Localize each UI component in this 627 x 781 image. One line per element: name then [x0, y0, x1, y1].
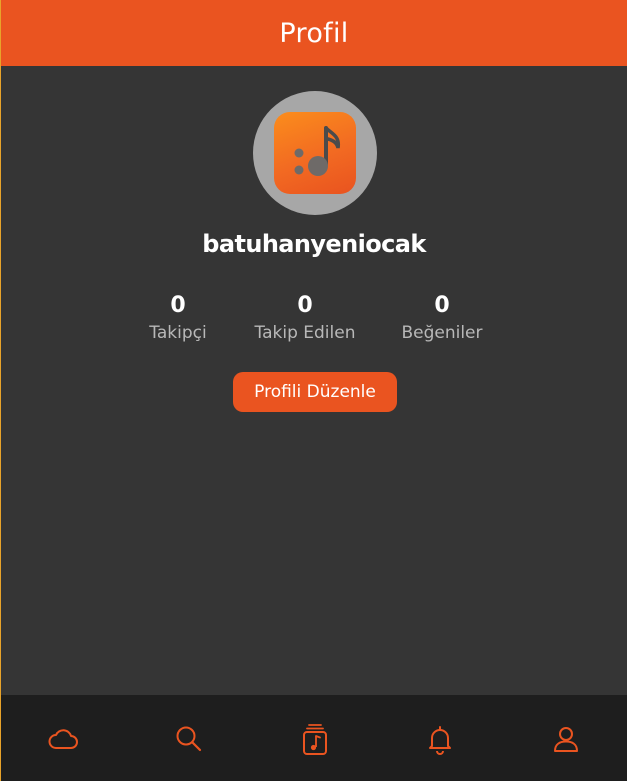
profile-screen: Profil batuhanyeniocak 0 Takipçi 0 Takip… — [1, 0, 627, 781]
nav-item-notifications[interactable] — [420, 719, 460, 759]
nav-item-search[interactable] — [169, 719, 209, 759]
likes-label: Beğeniler — [401, 323, 483, 343]
user-icon — [554, 727, 578, 752]
following-label: Takip Edilen — [254, 323, 356, 343]
search-icon — [176, 726, 202, 752]
bell-icon — [429, 726, 451, 755]
nav-item-library[interactable] — [295, 719, 335, 759]
bottom-navigation — [1, 695, 627, 781]
stat-following[interactable]: 0 Takip Edilen — [225, 292, 385, 345]
following-count: 0 — [297, 293, 313, 318]
cloud-icon — [48, 729, 78, 749]
nav-item-profile[interactable] — [546, 719, 586, 759]
nav-item-cloud[interactable] — [43, 719, 83, 759]
page-title: Profil — [279, 17, 349, 49]
username: batuhanyeniocak — [202, 230, 426, 258]
music-note-app-icon — [274, 112, 356, 194]
header-bar: Profil — [1, 0, 627, 66]
music-library-icon — [303, 724, 327, 755]
avatar[interactable] — [253, 91, 377, 215]
stat-likes[interactable]: 0 Beğeniler — [362, 292, 522, 345]
edit-profile-button[interactable]: Profili Düzenle — [233, 372, 397, 412]
likes-count: 0 — [434, 293, 450, 318]
